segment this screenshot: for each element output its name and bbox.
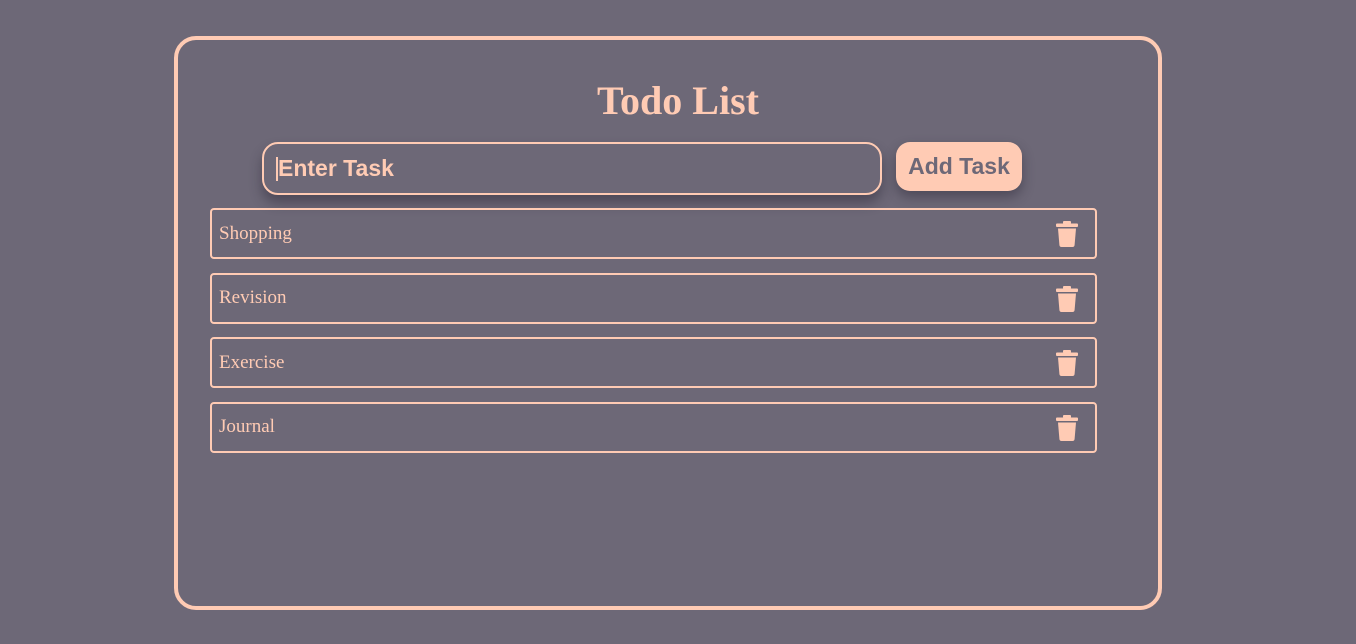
task-item: Revision: [210, 272, 1097, 324]
text-caret: [276, 157, 278, 181]
task-item: Shopping: [210, 208, 1097, 259]
task-list: Shopping Revision Exercise Journal: [210, 208, 1097, 466]
trash-icon[interactable]: [1056, 350, 1078, 376]
task-item: Exercise: [210, 337, 1097, 388]
task-text: Journal: [219, 416, 275, 437]
add-task-button[interactable]: Add Task: [896, 142, 1022, 191]
task-item: Journal: [210, 401, 1097, 453]
trash-icon[interactable]: [1056, 221, 1078, 247]
task-text: Shopping: [219, 222, 292, 244]
task-text: Revision: [219, 287, 287, 308]
page-title: Todo List: [597, 78, 759, 123]
task-text: Exercise: [219, 351, 285, 373]
task-input[interactable]: [262, 142, 882, 195]
trash-icon[interactable]: [1056, 414, 1078, 441]
trash-icon[interactable]: [1056, 285, 1078, 312]
